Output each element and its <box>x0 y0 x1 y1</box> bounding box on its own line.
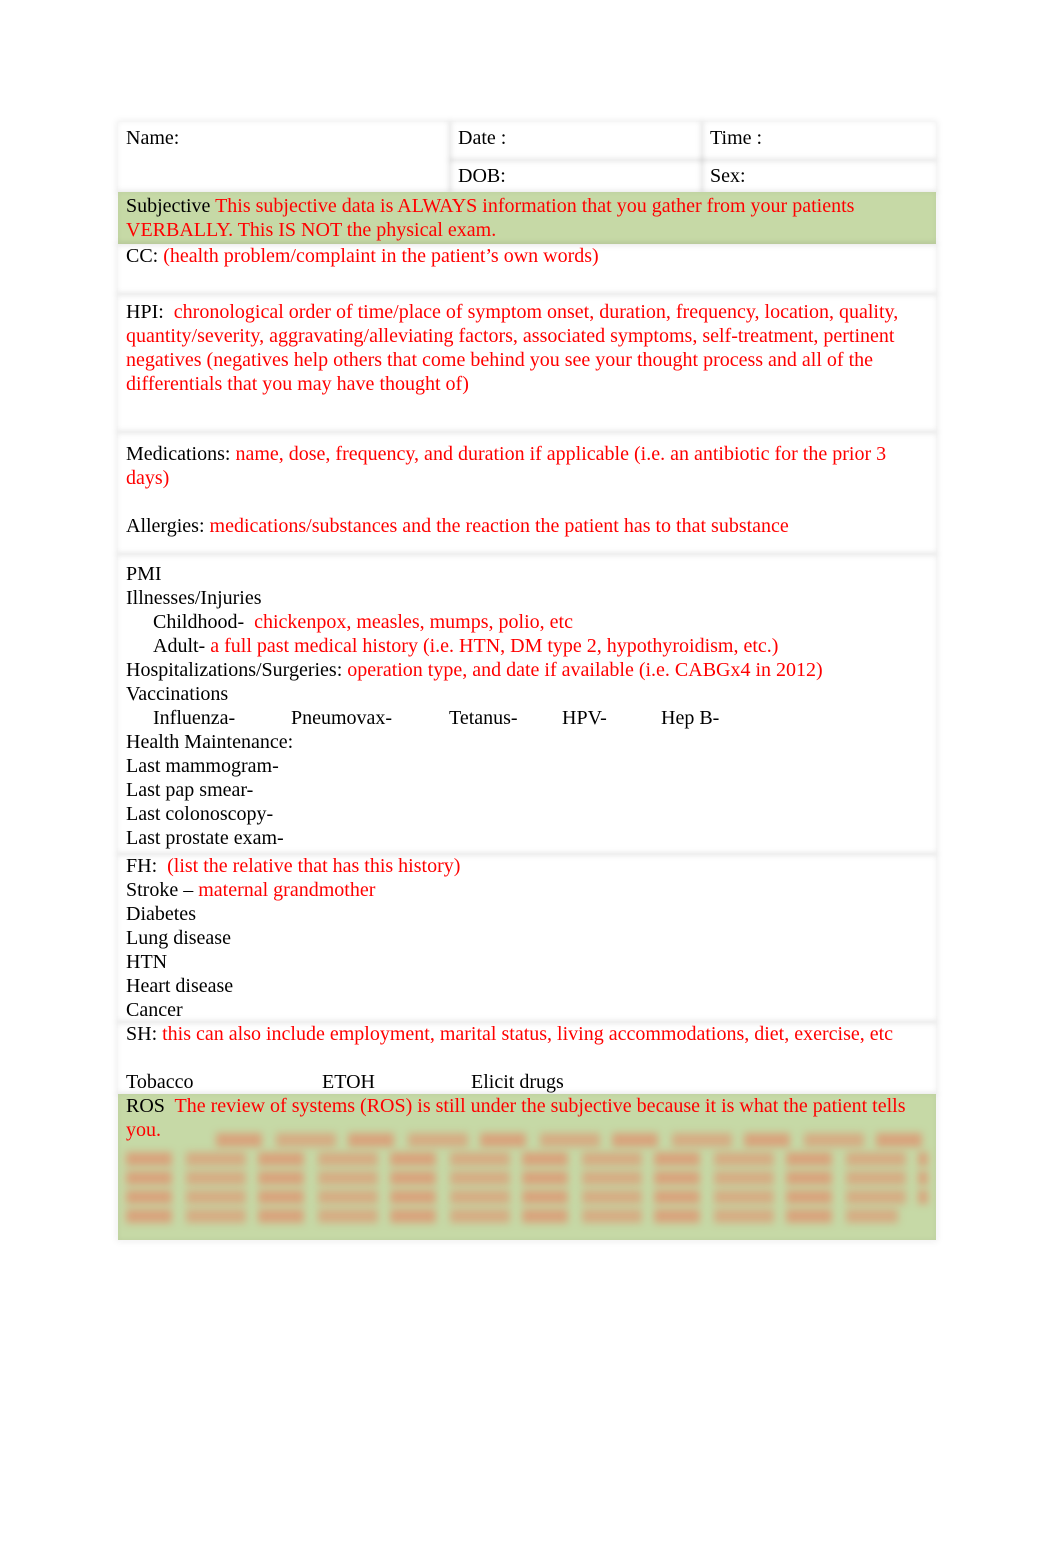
vaccine-item: HPV- <box>562 707 607 729</box>
soap-note-form: Name: Date : Time : DOB: Sex: Subjective… <box>118 122 936 1240</box>
fh-header-line: FH: (list the relative that has this his… <box>126 854 928 878</box>
childhood-line: Childhood- chickenpox, measles, mumps, p… <box>126 610 928 634</box>
obscured-line <box>126 1171 928 1185</box>
fh-item: Stroke – maternal grandmother <box>126 878 928 902</box>
fh-section[interactable]: FH: (list the relative that has this his… <box>118 854 936 1022</box>
medications-line: Medications: name, dose, frequency, and … <box>126 442 928 490</box>
ros-label: ROS <box>126 1095 165 1117</box>
hpi-label: HPI: <box>126 301 164 323</box>
subjective-instruction: This subjective data is ALWAYS informati… <box>126 195 855 241</box>
patient-header: Name: Date : Time : DOB: Sex: <box>118 122 936 192</box>
adult-line: Adult- a full past medical history (i.e.… <box>126 634 928 658</box>
name-field[interactable]: Name: <box>118 122 450 192</box>
fh-item: Cancer <box>126 999 183 1021</box>
name-label: Name: <box>126 127 180 149</box>
pmi-label: PMI <box>126 563 162 585</box>
hpi-instruction: chronological order of time/place of sym… <box>126 301 899 395</box>
obscured-line <box>126 1152 928 1166</box>
subjective-label: Subjective <box>126 195 211 217</box>
childhood-label: Childhood- <box>153 611 245 633</box>
fh-item-label: Stroke – <box>126 879 194 901</box>
sh-items-row: Tobacco ETOH Elicit drugs <box>126 1070 928 1094</box>
health-maintenance-label: Health Maintenance: <box>126 731 294 753</box>
cc-section[interactable]: CC: (health problem/complaint in the pat… <box>118 244 936 294</box>
fh-item: Lung disease <box>126 927 231 949</box>
obscured-line <box>126 1190 928 1204</box>
ros-section: ROS The review of systems (ROS) is still… <box>118 1094 936 1240</box>
fh-item: Diabetes <box>126 903 196 925</box>
dob-label: DOB: <box>458 165 506 187</box>
dob-field[interactable]: DOB: <box>450 160 702 192</box>
hospitalizations-instruction: operation type, and date if available (i… <box>347 659 823 681</box>
vaccine-item: Influenza- <box>153 707 236 729</box>
hospitalizations-line: Hospitalizations/Surgeries: operation ty… <box>126 658 928 682</box>
cc-label: CC: <box>126 245 159 267</box>
obscured-text-block <box>126 1133 928 1223</box>
health-item: Last mammogram- <box>126 755 279 777</box>
fh-item: HTN <box>126 951 168 973</box>
allergies-label: Allergies: <box>126 515 205 537</box>
sex-field[interactable]: Sex: <box>702 160 936 192</box>
time-field[interactable]: Time : <box>702 122 936 160</box>
health-item: Last pap smear- <box>126 779 254 801</box>
sh-item: Elicit drugs <box>471 1071 564 1093</box>
hpi-section[interactable]: HPI: chronological order of time/place o… <box>118 294 936 432</box>
medications-label: Medications: <box>126 443 231 465</box>
fh-item-note: maternal grandmother <box>198 879 376 901</box>
pmi-section[interactable]: PMI Illnesses/Injuries Childhood- chicke… <box>118 554 936 854</box>
illnesses-label: Illnesses/Injuries <box>126 587 262 609</box>
sh-item: ETOH <box>322 1071 375 1093</box>
allergies-line: Allergies: medications/substances and th… <box>126 514 928 538</box>
sex-label: Sex: <box>710 165 746 187</box>
fh-instruction: (list the relative that has this history… <box>167 855 461 877</box>
cc-instruction: (health problem/complaint in the patient… <box>163 245 599 267</box>
vaccine-item: Hep B- <box>661 707 720 729</box>
date-label: Date : <box>458 127 507 149</box>
date-field[interactable]: Date : <box>450 122 702 160</box>
fh-item: Heart disease <box>126 975 234 997</box>
obscured-line <box>126 1209 898 1223</box>
vaccines-row: Influenza- Pneumovax- Tetanus- HPV- Hep … <box>126 706 928 730</box>
health-item: Last colonoscopy- <box>126 803 274 825</box>
sh-label: SH: <box>126 1023 158 1045</box>
sh-instruction: this can also include employment, marita… <box>162 1023 894 1045</box>
sh-item: Tobacco <box>126 1071 194 1093</box>
time-label: Time : <box>710 127 763 149</box>
fh-label: FH: <box>126 855 158 877</box>
vaccine-item: Pneumovax- <box>291 707 393 729</box>
sh-header-line: SH: this can also include employment, ma… <box>126 1022 928 1046</box>
obscured-line <box>216 1133 928 1147</box>
allergies-instruction: medications/substances and the reaction … <box>209 515 789 537</box>
medications-allergies-section[interactable]: Medications: name, dose, frequency, and … <box>118 432 936 554</box>
adult-label: Adult- <box>153 635 206 657</box>
subjective-section: Subjective This subjective data is ALWAY… <box>118 192 936 244</box>
childhood-instruction: chickenpox, measles, mumps, polio, etc <box>254 611 573 633</box>
vaccinations-label: Vaccinations <box>126 683 229 705</box>
adult-instruction: a full past medical history (i.e. HTN, D… <box>210 635 779 657</box>
hospitalizations-label: Hospitalizations/Surgeries: <box>126 659 343 681</box>
vaccine-item: Tetanus- <box>449 707 518 729</box>
sh-section[interactable]: SH: this can also include employment, ma… <box>118 1022 936 1094</box>
health-item: Last prostate exam- <box>126 827 284 849</box>
medications-instruction: name, dose, frequency, and duration if a… <box>126 443 887 489</box>
